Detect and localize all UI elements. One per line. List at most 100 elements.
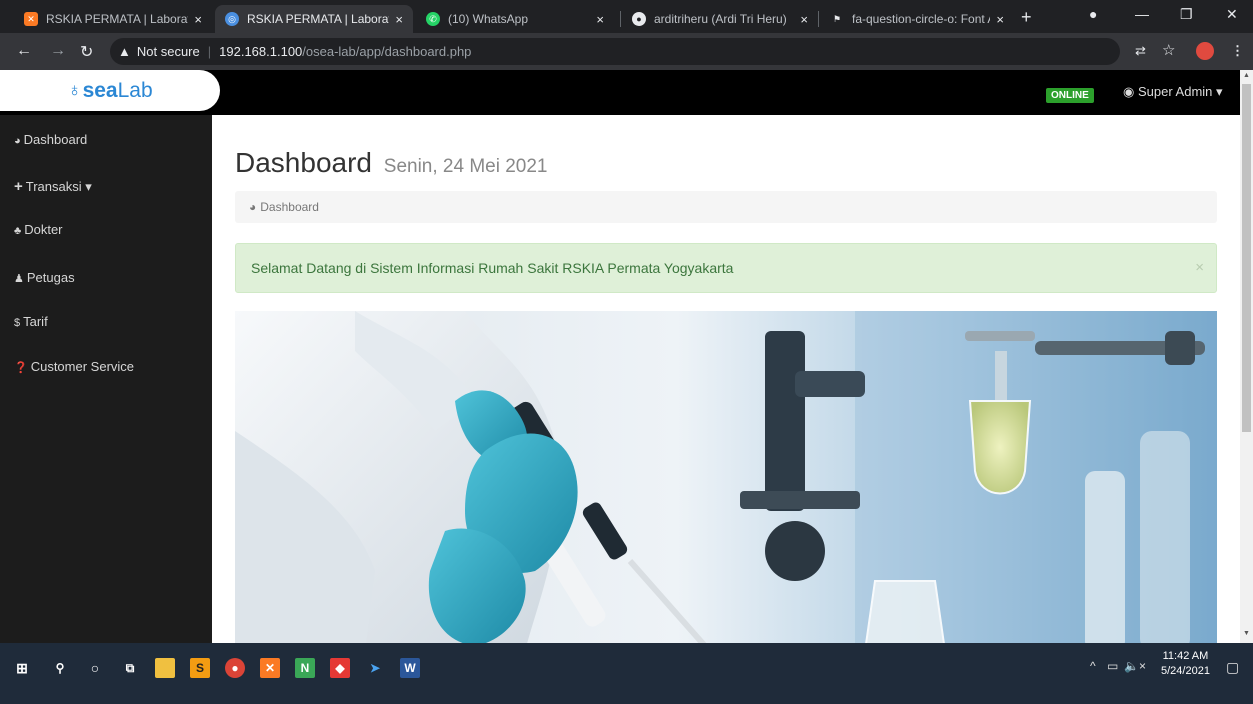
notification-icon[interactable]: ▢: [1226, 659, 1239, 676]
globe-icon: ◎: [225, 12, 239, 26]
welcome-alert: Selamat Datang di Sistem Informasi Rumah…: [235, 243, 1217, 293]
browser-tab-3[interactable]: ✆ (10) WhatsApp ×: [416, 5, 614, 33]
windows-taskbar: ⊞ ⚲ ○ ⧉ S ● ✕ N ◆ ➤ W ^ ▭ 🔈× 11:42 AM 5/…: [0, 643, 1253, 704]
url-host: 192.168.1.100: [219, 44, 303, 59]
caret-down-icon: ▾: [85, 179, 92, 194]
address-bar[interactable]: ▲ Not secure | 192.168.1.100 /osea-lab/a…: [110, 38, 1120, 65]
restore-icon[interactable]: ❐: [1180, 6, 1193, 23]
tray-chevron-icon[interactable]: ^: [1090, 659, 1096, 673]
flag-icon: ⚑: [832, 13, 842, 24]
browser-tab-1[interactable]: ✕ RSKIA PERMATA | Laboratoriu ×: [14, 5, 212, 33]
sidebar: ◕ Dashboard + Transaksi ▾ ♣ Dokter ♟ Petugas…: [0, 115, 212, 643]
cortana-icon[interactable]: ○: [85, 658, 105, 678]
search-icon[interactable]: ⚲: [50, 658, 70, 678]
tab-title: RSKIA PERMATA | Laboratoriu: [46, 12, 188, 26]
tab-close-icon[interactable]: ×: [596, 12, 604, 27]
app-logo[interactable]: ♁ sea Lab: [0, 70, 220, 111]
user-menu[interactable]: ◉ Super Admin ▾: [1123, 84, 1223, 100]
sidebar-item-dashboard[interactable]: ◕ Dashboard: [14, 132, 87, 147]
page-title-text: Dashboard: [235, 147, 372, 178]
breadcrumb: ◕ Dashboard: [235, 191, 1217, 223]
browser-tab-5[interactable]: ⚑ fa-question-circle-o: Font Aw ×: [820, 5, 1014, 33]
plus-icon: +: [14, 178, 23, 195]
scrollbar-thumb[interactable]: [1242, 84, 1251, 432]
sidebar-item-transaksi[interactable]: + Transaksi ▾: [14, 178, 92, 195]
tab-separator: [620, 11, 621, 27]
sidebar-item-label: Petugas: [26, 270, 75, 285]
tab-close-icon[interactable]: ×: [800, 12, 808, 27]
sidebar-item-label: Dokter: [24, 222, 63, 237]
reload-icon[interactable]: ↻: [80, 42, 93, 62]
breadcrumb-item[interactable]: Dashboard: [260, 200, 319, 214]
sidebar-item-customer-service[interactable]: ❓ Customer Service: [14, 359, 134, 374]
file-explorer-icon[interactable]: [155, 658, 175, 678]
windows-start-icon[interactable]: ⊞: [12, 658, 32, 678]
browser-tab-4[interactable]: ● arditriheru (Ardi Tri Heru) ×: [622, 5, 818, 33]
logo-text-sea: sea: [82, 78, 118, 102]
tab-title: RSKIA PERMATA | Laboratoriu: [247, 12, 389, 26]
sidebar-item-petugas[interactable]: ♟ Petugas: [14, 270, 75, 285]
telegram-icon[interactable]: ➤: [365, 658, 385, 678]
task-view-icon[interactable]: ⧉: [120, 658, 140, 678]
tab-title: arditriheru (Ardi Tri Heru): [654, 12, 787, 26]
profile-avatar[interactable]: [1196, 42, 1214, 60]
hero-image: [235, 311, 1217, 643]
menu-dots-icon[interactable]: ⋮: [1231, 43, 1244, 59]
laboratory-photo: [235, 311, 1217, 643]
tab-close-icon[interactable]: ×: [194, 12, 202, 27]
browser-tab-strip: ✕ RSKIA PERMATA | Laboratoriu × ◎ RSKIA …: [0, 0, 1253, 33]
scroll-down-icon[interactable]: ▼: [1243, 630, 1250, 637]
warning-icon: ▲: [118, 44, 131, 59]
tachometer-icon: ◕: [14, 135, 21, 147]
sidebar-item-label: Tarif: [23, 314, 48, 329]
page-title: Dashboard Senin, 24 Mei 2021: [235, 147, 548, 179]
tab-close-icon[interactable]: ×: [395, 12, 403, 27]
vertical-scrollbar[interactable]: ▲ ▼: [1240, 70, 1253, 643]
sidebar-item-dokter[interactable]: ♣ Dokter: [14, 222, 63, 237]
translate-icon[interactable]: ⇄: [1135, 43, 1146, 59]
browser-tab-2[interactable]: ◎ RSKIA PERMATA | Laboratoriu ×: [215, 5, 413, 33]
navicat-icon[interactable]: N: [295, 658, 315, 678]
xampp-icon: ✕: [24, 12, 38, 26]
close-icon[interactable]: ×: [1195, 259, 1204, 276]
anydesk-icon[interactable]: ◆: [330, 658, 350, 678]
new-tab-button[interactable]: +: [1021, 7, 1032, 28]
chevron-down-icon: ▾: [1216, 84, 1223, 99]
dollar-icon: $: [14, 317, 21, 329]
tab-title: (10) WhatsApp: [448, 12, 529, 26]
minimize-icon[interactable]: —: [1135, 6, 1149, 22]
user-md-icon: ♣: [14, 225, 22, 237]
sidebar-item-tarif[interactable]: $ Tarif: [14, 314, 48, 329]
scroll-up-icon[interactable]: ▲: [1243, 72, 1250, 79]
logo-text-lab: Lab: [117, 78, 153, 102]
user-circle-icon: ◉: [1123, 84, 1135, 99]
page-date: Senin, 24 Mei 2021: [383, 156, 548, 177]
forward-icon[interactable]: →: [50, 42, 66, 60]
close-window-icon[interactable]: ✕: [1226, 6, 1238, 23]
browser-toolbar: ← → ↻ ▲ Not secure | 192.168.1.100 /osea…: [0, 33, 1253, 70]
bookmark-star-icon[interactable]: ☆: [1162, 41, 1175, 59]
tab-search-icon[interactable]: ●: [1089, 6, 1097, 22]
system-clock[interactable]: 11:42 AM 5/24/2021: [1161, 649, 1210, 679]
clock-time: 11:42 AM: [1162, 650, 1209, 662]
url-path: /osea-lab/app/dashboard.php: [302, 44, 472, 59]
tab-close-icon[interactable]: ×: [996, 12, 1004, 27]
alert-text: Selamat Datang di Sistem Informasi Rumah…: [251, 260, 734, 276]
back-icon[interactable]: ←: [16, 42, 32, 60]
address-separator: |: [207, 44, 212, 59]
chrome-icon[interactable]: ●: [225, 658, 245, 678]
sublime-text-icon[interactable]: S: [190, 658, 210, 678]
tab-title: fa-question-circle-o: Font Aw: [852, 12, 991, 26]
network-icon[interactable]: ▭: [1107, 659, 1118, 673]
security-label[interactable]: Not secure: [137, 44, 200, 59]
clock-date: 5/24/2021: [1161, 665, 1210, 677]
word-icon[interactable]: W: [400, 658, 420, 678]
user-name: Super Admin: [1137, 84, 1213, 99]
question-circle-icon: ❓: [14, 362, 28, 374]
tachometer-icon: ◕: [249, 200, 257, 214]
status-badge: ONLINE: [1046, 88, 1094, 103]
xampp-icon[interactable]: ✕: [260, 658, 280, 678]
screen: ✕ RSKIA PERMATA | Laboratoriu × ◎ RSKIA …: [0, 0, 1253, 704]
volume-muted-icon[interactable]: 🔈×: [1124, 659, 1146, 673]
whatsapp-icon: ✆: [426, 12, 440, 26]
